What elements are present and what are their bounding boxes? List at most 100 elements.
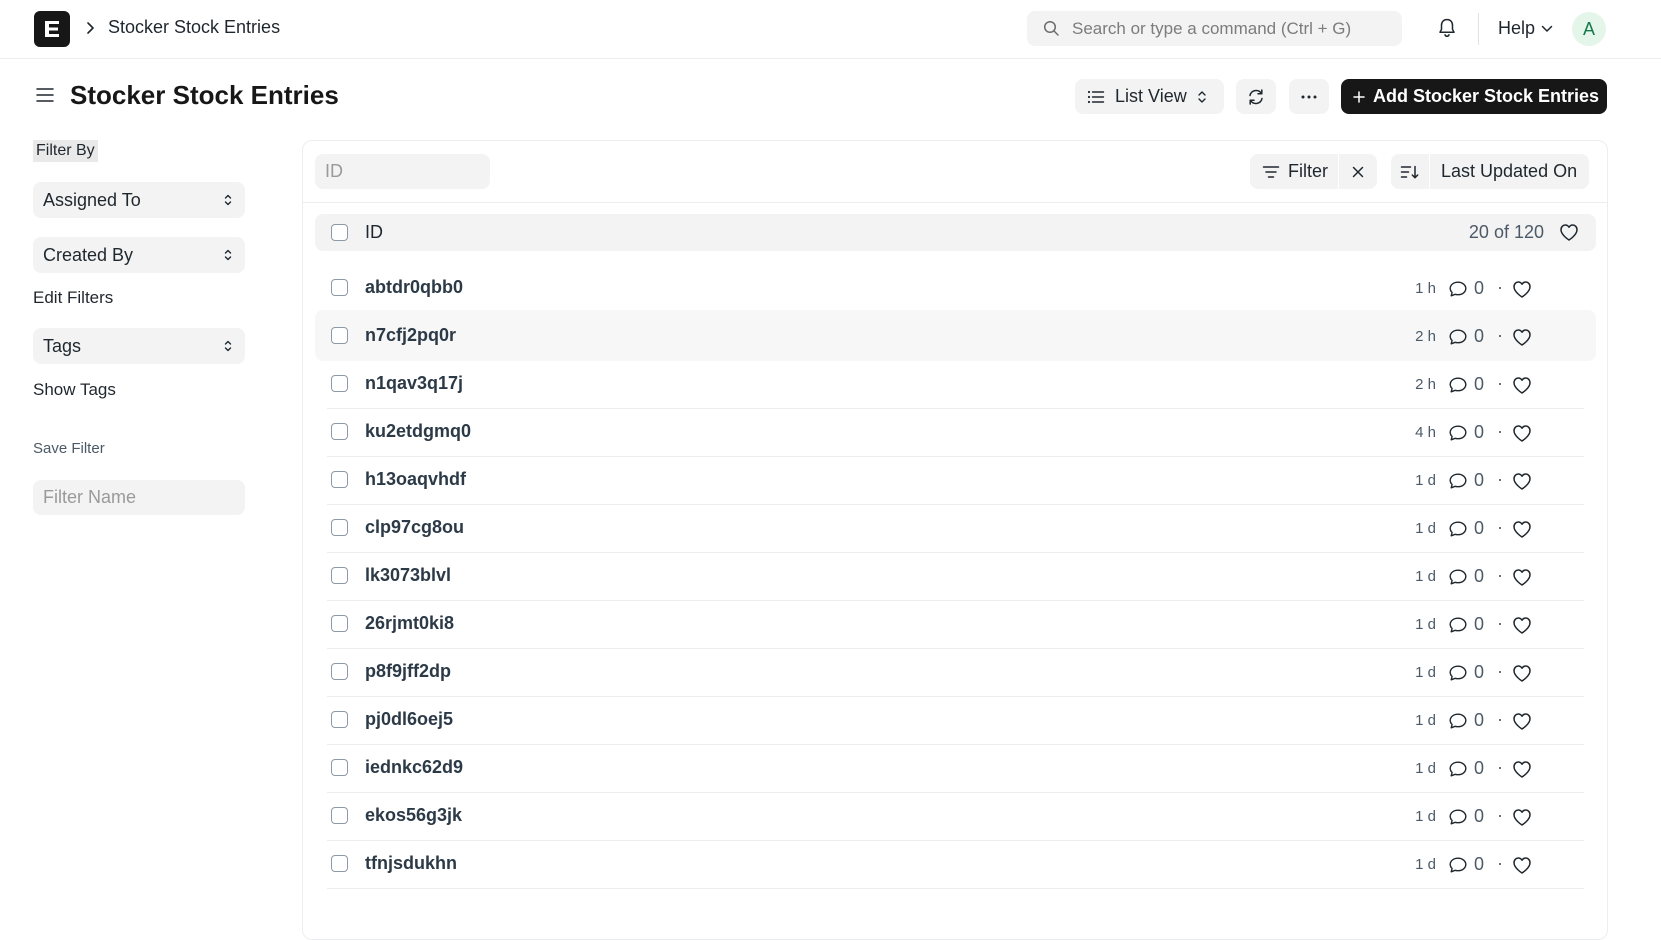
table-row[interactable]: tfnjsdukhn 1 d 0 · [315, 838, 1596, 889]
search-input[interactable]: Search or type a command (Ctrl + G) [1027, 11, 1402, 46]
row-comment-count[interactable]: 0 [1448, 374, 1484, 395]
created-by-select[interactable]: Created By [33, 237, 245, 273]
heart-icon[interactable] [1511, 759, 1533, 779]
row-checkbox[interactable] [331, 375, 348, 392]
sort-descending-icon [1400, 164, 1420, 180]
ellipsis-icon [1301, 95, 1317, 99]
table-row[interactable]: pj0dl6oej5 1 d 0 · [315, 694, 1596, 745]
row-id-link[interactable]: iednkc62d9 [365, 757, 463, 778]
sort-by-button[interactable]: Last Updated On [1430, 161, 1589, 182]
row-comment-count[interactable]: 0 [1448, 758, 1484, 779]
row-id-link[interactable]: abtdr0qbb0 [365, 277, 463, 298]
row-comment-count[interactable]: 0 [1448, 806, 1484, 827]
more-actions-button[interactable] [1289, 79, 1329, 114]
row-checkbox[interactable] [331, 711, 348, 728]
heart-icon[interactable] [1511, 807, 1533, 827]
avatar[interactable]: A [1572, 12, 1606, 46]
row-comment-count[interactable]: 0 [1448, 326, 1484, 347]
table-row[interactable]: p8f9jff2dp 1 d 0 · [315, 646, 1596, 697]
heart-icon[interactable] [1511, 519, 1533, 539]
row-checkbox[interactable] [331, 615, 348, 632]
table-row[interactable]: n1qav3q17j 2 h 0 · [315, 358, 1596, 409]
row-checkbox[interactable] [331, 471, 348, 488]
row-checkbox[interactable] [331, 279, 348, 296]
row-id-link[interactable]: lk3073blvl [365, 565, 451, 586]
list-icon [1087, 90, 1105, 104]
heart-icon[interactable] [1511, 279, 1533, 299]
row-checkbox[interactable] [331, 759, 348, 776]
search-placeholder: Search or type a command (Ctrl + G) [1072, 18, 1352, 38]
row-comment-count[interactable]: 0 [1448, 470, 1484, 491]
comment-icon [1448, 664, 1468, 682]
table-row[interactable]: ku2etdgmq0 4 h 0 · [315, 406, 1596, 457]
sidebar-toggle-icon[interactable] [35, 86, 55, 104]
comment-count: 0 [1474, 518, 1485, 538]
heart-icon[interactable] [1511, 711, 1533, 731]
breadcrumb[interactable]: Stocker Stock Entries [108, 17, 280, 38]
row-id-link[interactable]: 26rjmt0ki8 [365, 613, 454, 634]
heart-icon[interactable] [1511, 663, 1533, 683]
row-id-link[interactable]: clp97cg8ou [365, 517, 464, 538]
comment-count: 0 [1474, 662, 1485, 682]
filter-button[interactable]: Filter [1250, 154, 1338, 189]
heart-icon[interactable] [1511, 855, 1533, 875]
row-comment-count[interactable]: 0 [1448, 518, 1484, 539]
row-checkbox[interactable] [331, 327, 348, 344]
row-checkbox[interactable] [331, 567, 348, 584]
row-comment-count[interactable]: 0 [1448, 566, 1484, 587]
help-dropdown[interactable]: Help [1498, 18, 1553, 39]
row-checkbox[interactable] [331, 423, 348, 440]
app-logo[interactable] [34, 11, 70, 47]
table-row[interactable]: h13oaqvhdf 1 d 0 · [315, 454, 1596, 505]
row-id-link[interactable]: ku2etdgmq0 [365, 421, 471, 442]
heart-icon[interactable] [1511, 567, 1533, 587]
table-row[interactable]: abtdr0qbb0 1 h 0 · [315, 262, 1596, 313]
select-all-checkbox[interactable] [331, 224, 348, 241]
heart-icon[interactable] [1511, 615, 1533, 635]
heart-icon[interactable] [1511, 471, 1533, 491]
table-row[interactable]: lk3073blvl 1 d 0 · [315, 550, 1596, 601]
add-entry-button[interactable]: Add Stocker Stock Entries [1341, 79, 1607, 114]
edit-filters-link[interactable]: Edit Filters [33, 288, 113, 308]
refresh-button[interactable] [1236, 79, 1276, 114]
id-filter-input[interactable]: ID [315, 154, 490, 189]
assigned-to-select[interactable]: Assigned To [33, 182, 245, 218]
sort-direction-button[interactable] [1391, 154, 1429, 189]
row-comment-count[interactable]: 0 [1448, 710, 1484, 731]
filter-name-input[interactable]: Filter Name [33, 480, 245, 515]
id-column-header[interactable]: ID [365, 222, 383, 243]
heart-icon[interactable] [1558, 222, 1580, 242]
row-checkbox[interactable] [331, 855, 348, 872]
row-id-link[interactable]: n7cfj2pq0r [365, 325, 456, 346]
table-row[interactable]: clp97cg8ou 1 d 0 · [315, 502, 1596, 553]
table-row[interactable]: n7cfj2pq0r 2 h 0 · [315, 310, 1596, 361]
row-id-link[interactable]: ekos56g3jk [365, 805, 462, 826]
row-id-link[interactable]: pj0dl6oej5 [365, 709, 453, 730]
table-row[interactable]: ekos56g3jk 1 d 0 · [315, 790, 1596, 841]
help-label: Help [1498, 18, 1536, 38]
comment-icon [1448, 616, 1468, 634]
row-comment-count[interactable]: 0 [1448, 614, 1484, 635]
heart-icon[interactable] [1511, 375, 1533, 395]
row-checkbox[interactable] [331, 519, 348, 536]
row-checkbox[interactable] [331, 663, 348, 680]
tags-select[interactable]: Tags [33, 328, 245, 364]
row-id-link[interactable]: tfnjsdukhn [365, 853, 457, 874]
row-comment-count[interactable]: 0 [1448, 278, 1484, 299]
row-checkbox[interactable] [331, 807, 348, 824]
show-tags-link[interactable]: Show Tags [33, 380, 116, 400]
row-id-link[interactable]: h13oaqvhdf [365, 469, 466, 490]
table-row[interactable]: 26rjmt0ki8 1 d 0 · [315, 598, 1596, 649]
clear-filters-button[interactable] [1339, 154, 1377, 189]
table-row[interactable]: iednkc62d9 1 d 0 · [315, 742, 1596, 793]
row-comment-count[interactable]: 0 [1448, 854, 1484, 875]
row-comment-count[interactable]: 0 [1448, 662, 1484, 683]
row-id-link[interactable]: n1qav3q17j [365, 373, 463, 394]
row-comment-count[interactable]: 0 [1448, 422, 1484, 443]
notification-bell-icon[interactable] [1437, 17, 1457, 39]
heart-icon[interactable] [1511, 327, 1533, 347]
separator-dot: · [1497, 373, 1503, 393]
list-view-switcher[interactable]: List View [1075, 79, 1224, 114]
heart-icon[interactable] [1511, 423, 1533, 443]
row-id-link[interactable]: p8f9jff2dp [365, 661, 451, 682]
